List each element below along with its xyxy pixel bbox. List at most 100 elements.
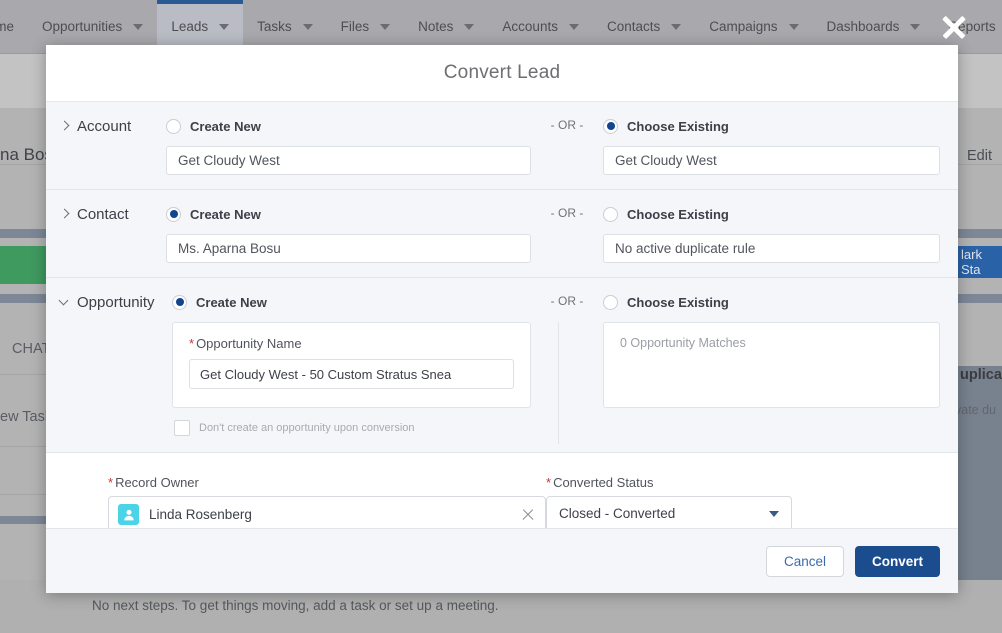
account-choose-existing-field[interactable]: Get Cloudy West: [603, 146, 940, 175]
nav-item-label: Leads: [171, 19, 209, 34]
nav-item-label: Opportunities: [42, 19, 123, 34]
section-title: Contact: [77, 205, 129, 223]
contact-create-new-column: Create New Ms. Aparna Bosu: [166, 200, 531, 263]
radio-icon[interactable]: [172, 294, 187, 310]
modal-body: Account Create New Get Cloudy West - OR …: [46, 102, 958, 528]
modal-header: Convert Lead: [46, 45, 958, 102]
opportunity-new-panel: * Opportunity Name Get Cloudy West - 50 C…: [172, 322, 531, 408]
radio-icon[interactable]: [166, 206, 181, 222]
section-title: Account: [77, 117, 132, 135]
cancel-button[interactable]: Cancel: [765, 545, 844, 577]
close-icon[interactable]: [937, 10, 971, 44]
chevron-down-icon[interactable]: [568, 23, 579, 30]
section-contact: Contact Create New Ms. Aparna Bosu - OR …: [46, 190, 958, 278]
convert-lead-modal: Convert Lead Account Create New Get Clou…: [46, 45, 958, 593]
chevron-down-icon[interactable]: [671, 23, 682, 30]
opportunity-choose-existing-option[interactable]: Choose Existing: [603, 288, 940, 316]
converted-status-label: * Converted Status: [546, 475, 792, 490]
chevron-down-icon[interactable]: [219, 23, 230, 30]
opportunity-or-label: - OR -: [550, 294, 584, 308]
avatar: [118, 504, 139, 525]
contact-choose-existing-field[interactable]: No active duplicate rule: [603, 234, 940, 263]
chevron-down-icon[interactable]: [60, 297, 70, 307]
chevron-right-icon[interactable]: [60, 209, 70, 219]
record-owner-label: * Record Owner: [108, 475, 546, 490]
converted-status-value: Closed - Converted: [559, 506, 676, 521]
section-title: Opportunity: [77, 293, 155, 311]
nav-item-label: Contacts: [606, 19, 661, 34]
nav-item-label: Files: [340, 19, 370, 34]
chevron-down-icon[interactable]: [302, 23, 313, 30]
nav-item-label: Tasks: [257, 19, 292, 34]
record-owner-input[interactable]: Linda Rosenberg: [108, 496, 546, 528]
radio-icon[interactable]: [603, 294, 618, 310]
converted-status-select[interactable]: Closed - Converted: [546, 496, 792, 528]
account-create-new-field[interactable]: Get Cloudy West: [166, 146, 531, 175]
field-value: Get Cloudy West - 50 Custom Stratus Snea: [200, 366, 452, 382]
account-choose-existing-column: Choose Existing Get Cloudy West: [603, 112, 958, 175]
opportunity-create-new-option[interactable]: Create New: [172, 288, 531, 316]
radio-icon[interactable]: [603, 206, 618, 222]
page-title: Convert Lead: [443, 62, 561, 83]
contact-create-new-option[interactable]: Create New: [166, 200, 531, 228]
record-owner-group: * Record Owner Linda Rosenberg: [46, 475, 546, 528]
radio-icon[interactable]: [166, 118, 181, 134]
chevron-down-icon[interactable]: [910, 23, 921, 30]
opportunity-matches-panel: 0 Opportunity Matches: [603, 322, 940, 408]
radio-label: Create New: [196, 294, 267, 310]
section-account: Account Create New Get Cloudy West - OR …: [46, 102, 958, 190]
nav-item-label: Accounts: [502, 19, 558, 34]
background-duplicates-heading: uplica: [960, 367, 1002, 383]
checkbox-label: Don't create an opportunity upon convers…: [199, 422, 415, 434]
radio-label: Choose Existing: [627, 118, 729, 134]
opportunity-name-input[interactable]: Get Cloudy West - 50 Custom Stratus Snea: [189, 359, 514, 389]
contact-create-new-field[interactable]: Ms. Aparna Bosu: [166, 234, 531, 263]
background-duplicates-sub: vate du: [955, 403, 997, 417]
section-opportunity: Opportunity Create New * Opportunity Name…: [46, 278, 958, 453]
section-contact-header[interactable]: Contact: [46, 200, 166, 228]
account-create-new-option[interactable]: Create New: [166, 112, 531, 140]
opportunity-create-new-column: Create New * Opportunity Name Get Cloudy …: [172, 288, 531, 436]
background-edit-button[interactable]: Edit: [967, 148, 992, 164]
modal-footer: Cancel Convert: [46, 528, 958, 593]
account-create-new-column: Create New Get Cloudy West: [166, 112, 531, 175]
contact-choose-existing-column: Choose Existing No active duplicate rule: [603, 200, 958, 263]
radio-label: Create New: [190, 118, 261, 134]
opportunity-name-label-text: Opportunity Name: [196, 336, 302, 351]
convert-button[interactable]: Convert: [854, 545, 940, 577]
background-mark-status-button[interactable]: lark Sta: [955, 246, 1002, 278]
background-chatter-tab[interactable]: CHAT: [12, 341, 50, 357]
section-opportunity-header[interactable]: Opportunity: [46, 288, 172, 316]
chevron-down-icon[interactable]: [133, 23, 144, 30]
background-new-task-button[interactable]: ew Task: [0, 409, 52, 425]
opportunity-skip-checkbox-row[interactable]: Don't create an opportunity upon convers…: [174, 420, 531, 436]
chevron-right-icon[interactable]: [60, 121, 70, 131]
chevron-down-icon[interactable]: [788, 23, 799, 30]
background-record-name: na Bos: [0, 145, 53, 164]
record-owner-label-text: Record Owner: [115, 475, 199, 490]
background-mark-status-label: lark Sta: [961, 247, 982, 277]
opportunity-column-divider: [558, 322, 559, 444]
field-value: No active duplicate rule: [615, 241, 756, 256]
nav-item-home[interactable]: Home: [0, 0, 28, 54]
converted-status-label-text: Converted Status: [553, 475, 654, 490]
radio-icon[interactable]: [603, 118, 618, 134]
account-or-label: - OR -: [550, 118, 584, 132]
section-account-header[interactable]: Account: [46, 112, 166, 140]
radio-label: Choose Existing: [627, 294, 729, 310]
converted-status-group: * Converted Status Closed - Converted: [546, 475, 958, 528]
chevron-down-icon[interactable]: [380, 23, 391, 30]
field-value: Get Cloudy West: [615, 153, 717, 168]
nav-item-label: Dashboards: [826, 19, 900, 34]
chevron-down-icon[interactable]: [769, 510, 779, 517]
close-icon[interactable]: [521, 508, 535, 522]
required-indicator: *: [108, 475, 114, 490]
account-choose-existing-option[interactable]: Choose Existing: [603, 112, 940, 140]
radio-label: Create New: [190, 206, 261, 222]
nav-item-label: Home: [0, 19, 15, 34]
checkbox-icon[interactable]: [174, 420, 190, 436]
record-owner-value: Linda Rosenberg: [149, 507, 252, 522]
contact-choose-existing-option[interactable]: Choose Existing: [603, 200, 940, 228]
opportunity-choose-existing-column: Choose Existing 0 Opportunity Matches: [603, 288, 958, 408]
chevron-down-icon[interactable]: [464, 23, 475, 30]
